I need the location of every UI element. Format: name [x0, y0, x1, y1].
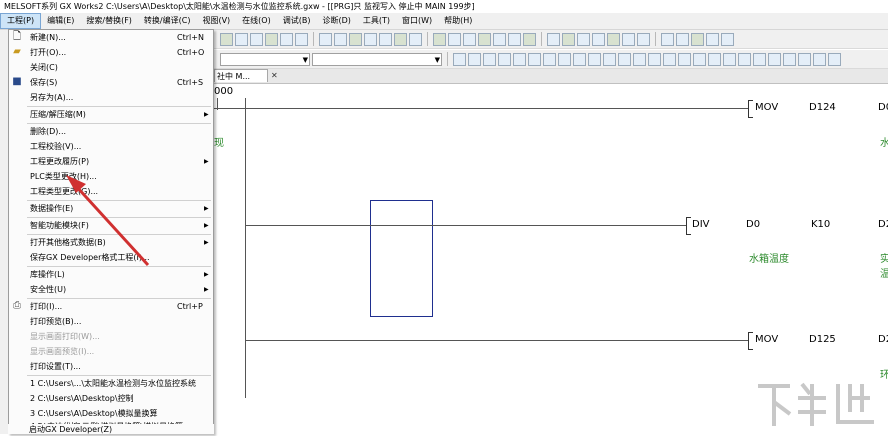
arrow-head-icon: [66, 175, 86, 193]
watermark-logo: [750, 376, 880, 432]
annotation-arrow: [74, 184, 150, 267]
annotation-layer: [66, 175, 150, 267]
logo-icon: [758, 382, 874, 426]
